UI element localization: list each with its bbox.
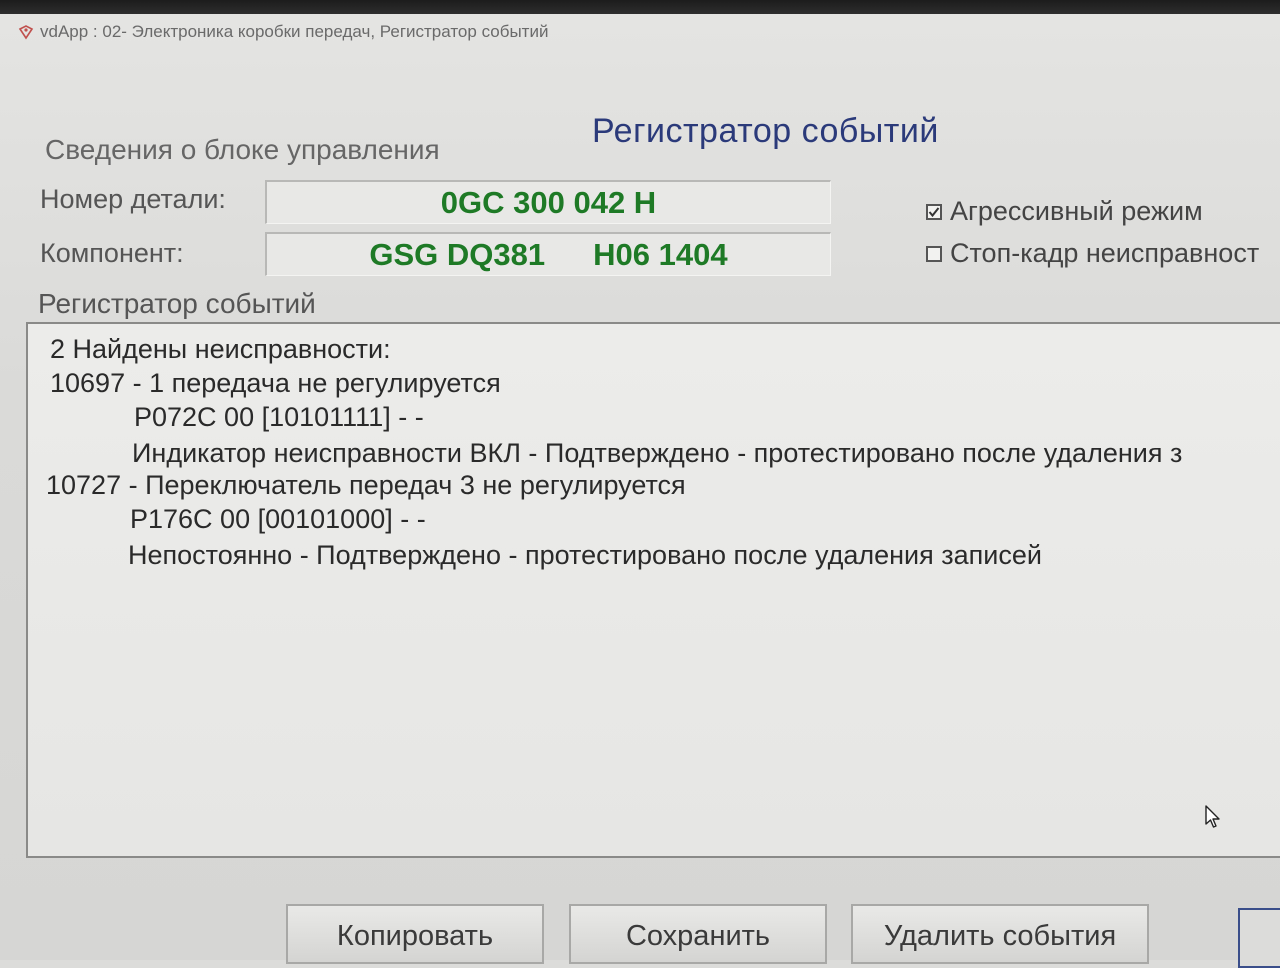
title-bar: vdApp : 02- Электроника коробки передач,… (0, 14, 1280, 50)
component-label: Компонент: (40, 238, 184, 268)
partial-button[interactable] (1238, 908, 1280, 968)
event-log-label: Регистратор событий (38, 288, 316, 319)
log-line: Индикатор неисправности ВКЛ - Подтвержде… (132, 438, 1183, 468)
log-line: Непостоянно - Подтверждено - протестиров… (128, 540, 1042, 570)
freeze-frame-option[interactable]: Стоп-кадр неисправност (926, 238, 1259, 269)
log-line: 10727 - Переключатель передач 3 не регул… (46, 470, 686, 500)
aggressive-mode-option[interactable]: Агрессивный режим (926, 196, 1203, 227)
part-number-value: 0GC 300 042 H (440, 184, 657, 220)
ecu-info-section-label: Сведения о блоке управления (45, 134, 440, 165)
app-icon (18, 24, 34, 40)
page-title: Регистратор событий (592, 112, 939, 150)
mouse-pointer-icon (1204, 804, 1222, 835)
log-line: P072C 00 [10101111] - - (134, 402, 424, 432)
component-name-value: GSG DQ381 (369, 236, 546, 272)
aggressive-mode-label: Агрессивный режим (950, 196, 1203, 226)
checkmark-icon (928, 206, 940, 217)
part-number-field: 0GC 300 042 H (265, 180, 831, 224)
freeze-frame-label: Стоп-кадр неисправност (950, 238, 1260, 268)
component-version-value: H06 1404 (593, 236, 728, 272)
save-button[interactable]: Сохранить (569, 904, 827, 964)
log-line: P176C 00 [00101000] - - (130, 504, 426, 534)
log-line: 10697 - 1 передача не регулируется (50, 368, 501, 398)
log-line: 2 Найдены неисправности: (50, 334, 391, 364)
monitor-bezel (0, 0, 1280, 14)
event-log-textarea[interactable]: 2 Найдены неисправности: 10697 - 1 перед… (26, 322, 1280, 858)
aggressive-mode-checkbox[interactable] (926, 203, 942, 220)
delete-events-button[interactable]: Удалить события (851, 904, 1149, 964)
freeze-frame-checkbox[interactable] (926, 245, 942, 262)
part-number-label: Номер детали: (40, 184, 226, 214)
copy-button[interactable]: Копировать (286, 904, 544, 964)
component-field: GSG DQ381 H06 1404 (265, 232, 831, 276)
window-title: vdApp : 02- Электроника коробки передач,… (40, 22, 549, 41)
